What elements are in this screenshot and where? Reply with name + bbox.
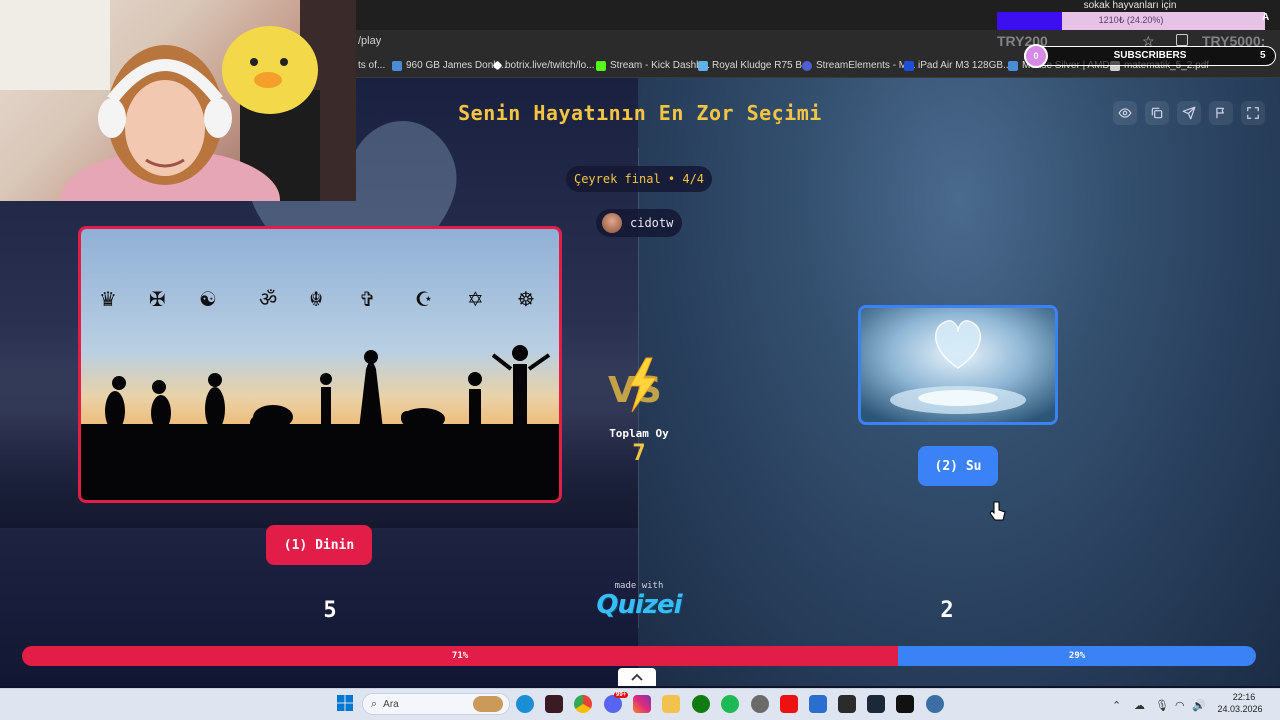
quizei-logo[interactable]: Quizei: [590, 590, 688, 620]
mail-icon[interactable]: [809, 695, 827, 713]
choice-right-button[interactable]: (2) Su: [918, 446, 998, 486]
player-badge: cidotw: [596, 209, 682, 237]
donation-goal-tail: A: [1262, 12, 1270, 23]
right-vote-count: 2: [940, 598, 954, 623]
app-icon[interactable]: [751, 695, 769, 713]
tiktok-icon[interactable]: [896, 695, 914, 713]
kick-icon: [596, 60, 606, 71]
water-heart-image: [861, 308, 1055, 422]
bookmark-item[interactable]: Royal Kludge R75 B...: [698, 60, 810, 71]
bookmark-favicon-icon: [492, 60, 503, 71]
xbox-icon[interactable]: [692, 695, 710, 713]
svg-text:ॐ: ॐ: [259, 287, 277, 311]
app-icon[interactable]: [545, 695, 563, 713]
avatar: [602, 213, 622, 233]
bookmark-item[interactable]: botrix.live/twitch/lo...: [492, 60, 594, 71]
windows-start-icon[interactable]: [337, 695, 353, 711]
streamer-camera-image: [0, 0, 356, 201]
webcam-overlay: [0, 0, 356, 201]
view-button[interactable]: [1113, 101, 1137, 125]
vote-progress-bar: 71% 29%: [22, 646, 1256, 666]
svg-text:☪: ☪: [415, 287, 433, 311]
versus-lightning-icon: VS: [608, 357, 662, 413]
total-votes-value: 7: [632, 441, 646, 466]
subscriber-target-count: 5: [1260, 50, 1266, 61]
chrome-icon[interactable]: [574, 695, 592, 713]
svg-text:☯: ☯: [199, 287, 217, 311]
donation-goal-amount: 1210₺ (24.20%): [1098, 15, 1164, 25]
bookmark-item[interactable]: 960 GB James Donk...: [392, 60, 507, 71]
share-button[interactable]: [1177, 101, 1201, 125]
flag-icon: [1216, 107, 1224, 119]
choice-right-card[interactable]: [858, 305, 1058, 425]
clock-date[interactable]: 24.03.2026: [1212, 704, 1268, 714]
taskbar-search[interactable]: ⌕ Ara: [362, 693, 510, 715]
bookmark-favicon-icon: [698, 60, 708, 71]
choice-left-button[interactable]: (1) Dinin: [266, 525, 372, 565]
bookmark-item[interactable]: StreamElements - M...: [802, 60, 915, 71]
volume-icon[interactable]: 🔊: [1192, 699, 1206, 712]
copy-button[interactable]: [1145, 101, 1169, 125]
wifi-icon[interactable]: ◠: [1175, 699, 1185, 712]
bookmark-item[interactable]: ts of...: [358, 60, 385, 71]
clock-time[interactable]: 22:16: [1224, 692, 1264, 702]
left-vote-bar: 71%: [22, 646, 899, 666]
bookmark-item[interactable]: Stream - Kick Dashb...: [596, 60, 710, 71]
left-vote-count: 5: [323, 598, 337, 623]
send-icon: [1182, 106, 1196, 120]
subscriber-goal-label: SUBSCRIBERS: [1113, 50, 1187, 61]
address-bar-url[interactable]: /play: [358, 35, 381, 47]
edge-icon[interactable]: [516, 695, 534, 713]
bookmark-favicon-icon: [392, 60, 402, 71]
total-votes-label: Toplam Oy: [609, 427, 669, 440]
discord-badge: 99+: [614, 692, 629, 698]
choice-left-card[interactable]: ♛ ✠ ☯ ॐ ☬ ✞ ☪ ✡ ☸: [78, 226, 562, 503]
svg-text:✠: ✠: [149, 287, 166, 311]
donation-goal-title: sokak hayvanları için: [1083, 0, 1177, 11]
spotify-icon[interactable]: [721, 695, 739, 713]
player-name: cidotw: [630, 216, 674, 230]
svg-text:✡: ✡: [467, 287, 484, 311]
bookmark-favicon-icon: [904, 60, 914, 71]
streamelements-icon: [802, 60, 812, 71]
extensions-icon[interactable]: [1176, 34, 1188, 46]
round-badge: Çeyrek final • 4/4: [566, 166, 712, 192]
report-button[interactable]: [1209, 101, 1233, 125]
microphone-icon[interactable]: 🎙: [1155, 699, 1169, 712]
collapse-button[interactable]: [618, 668, 656, 686]
app-icon[interactable]: [926, 695, 944, 713]
file-explorer-icon[interactable]: [662, 695, 680, 713]
notes-icon[interactable]: [838, 695, 856, 713]
svg-text:☬: ☬: [309, 287, 323, 311]
copy-icon: [1151, 107, 1163, 119]
subscriber-current-count: 0: [1024, 44, 1048, 68]
religions-silhouette-image: ♛ ✠ ☯ ॐ ☬ ✞ ☪ ✡ ☸: [81, 229, 559, 500]
bookmark-favicon-icon: [1008, 60, 1018, 71]
svg-text:♛: ♛: [99, 287, 117, 311]
svg-text:☸: ☸: [517, 287, 535, 311]
chevron-up-icon[interactable]: ⌃: [1112, 699, 1121, 712]
cloud-icon[interactable]: ☁: [1134, 699, 1145, 712]
search-highlight-icon: [473, 696, 503, 712]
hand-cursor-icon: [989, 501, 1006, 521]
bookmark-item[interactable]: iPad Air M3 128GB...: [904, 60, 1011, 71]
taskbar-search-label: Ara: [383, 698, 399, 710]
right-vote-bar: 29%: [898, 646, 1256, 666]
chevron-up-icon: [631, 673, 643, 681]
svg-text:✞: ✞: [359, 287, 376, 311]
youtube-icon[interactable]: [780, 695, 798, 713]
instagram-icon[interactable]: [633, 695, 651, 713]
fullscreen-button[interactable]: [1241, 101, 1265, 125]
steam-icon[interactable]: [867, 695, 885, 713]
fullscreen-icon: [1247, 107, 1259, 119]
eye-icon: [1118, 108, 1132, 118]
search-icon: ⌕: [371, 697, 378, 710]
